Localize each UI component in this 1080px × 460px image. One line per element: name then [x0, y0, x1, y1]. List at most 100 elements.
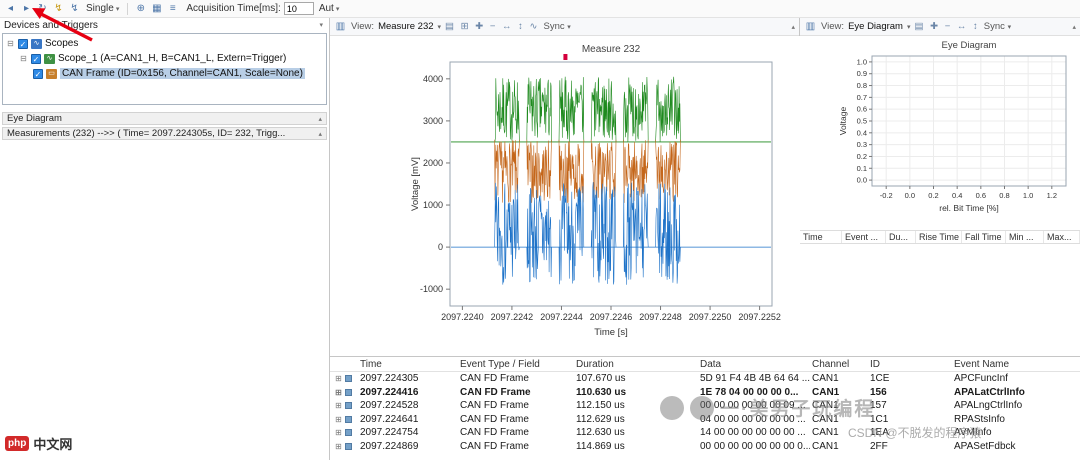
- table-row[interactable]: ⊞2097.224305CAN FD Frame107.670 us5D 91 …: [330, 372, 1080, 386]
- php-watermark: php 中文网: [5, 434, 72, 453]
- single-dropdown[interactable]: Single▾: [84, 3, 121, 14]
- table-cell: 2097.224528: [358, 400, 458, 411]
- expand-icon[interactable]: ⊞: [334, 374, 343, 383]
- table-cell: CAN FD Frame: [458, 414, 574, 425]
- chart-tools-icons[interactable]: ▤ ✚ − ↔ ↕: [915, 21, 980, 32]
- php-logo: php: [5, 436, 29, 451]
- chevron-down-icon[interactable]: ▾: [319, 21, 323, 29]
- expand-icon[interactable]: ⊞: [334, 388, 343, 397]
- column-header-duration[interactable]: Duration: [574, 359, 698, 370]
- table-row[interactable]: ⊞2097.224869CAN FD Frame114.869 us00 00 …: [330, 440, 1080, 454]
- chevron-down-icon: ▾: [336, 5, 340, 13]
- devices-panel: Devices and Triggers ▾ ⊟ ✓ ∿ Scopes ⊟ ✓ …: [0, 18, 330, 460]
- svg-text:1.0: 1.0: [857, 57, 867, 66]
- svg-text:0.0: 0.0: [857, 176, 867, 185]
- table-row[interactable]: ⊞2097.224528CAN FD Frame112.150 us00 00 …: [330, 399, 1080, 413]
- measure-chart[interactable]: Measure 232-1000010002000300040002097.22…: [330, 36, 800, 356]
- tree-item-scope1[interactable]: ⊟ ✓ ∿ Scope_1 (A=CAN1_H, B=CAN1_L, Exter…: [3, 51, 326, 66]
- checkbox-checked[interactable]: ✓: [33, 69, 43, 79]
- column-header-min[interactable]: Min ...: [1006, 231, 1044, 243]
- svg-text:0.3: 0.3: [857, 140, 867, 149]
- chevron-down-icon[interactable]: ▾: [438, 23, 442, 31]
- sync-dropdown[interactable]: Sync ▾: [544, 21, 571, 32]
- single-trigger-icon[interactable]: ↯: [68, 3, 81, 14]
- view-value[interactable]: Eye Diagram: [848, 21, 903, 32]
- back-icon[interactable]: ◂: [4, 3, 17, 14]
- collapse-icon[interactable]: ⊟: [19, 54, 28, 63]
- acquisition-time-label: Acquisition Time[ms]:: [186, 3, 280, 14]
- tree-item-scopes[interactable]: ⊟ ✓ ∿ Scopes: [3, 36, 326, 51]
- table-row[interactable]: ⊞2097.224754CAN FD Frame112.630 us14 00 …: [330, 426, 1080, 440]
- eye-panel-toolbar: ▥ View: Eye Diagram ▾ ▤ ✚ − ↔ ↕ Sync ▾ ▴: [800, 18, 1080, 36]
- expand-icon[interactable]: ⊞: [334, 415, 343, 424]
- column-header-event-name[interactable]: Event Name: [952, 359, 1080, 370]
- frame-icon: [345, 389, 352, 396]
- svg-text:-1000: -1000: [420, 284, 443, 294]
- table-row[interactable]: ⊞2097.224416CAN FD Frame110.630 us1E 78 …: [330, 386, 1080, 400]
- chevron-up-icon[interactable]: ▴: [318, 115, 322, 123]
- column-header-event-type[interactable]: Event Type / Field: [458, 359, 574, 370]
- expand-icon[interactable]: ⊞: [334, 401, 343, 410]
- trigger-icon[interactable]: ↯: [52, 3, 65, 14]
- checkbox-checked[interactable]: ✓: [18, 39, 28, 49]
- column-header-channel[interactable]: Channel: [810, 359, 868, 370]
- frame-icon: [345, 443, 352, 450]
- view-menu-icon[interactable]: ▥: [334, 21, 347, 32]
- measurements-section-header[interactable]: Measurements (232) -->> ( Time= 2097.224…: [2, 127, 327, 140]
- column-header-time[interactable]: Time: [358, 359, 458, 370]
- view-menu-icon[interactable]: ▥: [804, 21, 817, 32]
- column-header-duration[interactable]: Du...: [886, 231, 916, 243]
- collapse-panel-icon[interactable]: ▴: [1072, 23, 1076, 31]
- view-label: View:: [351, 21, 374, 32]
- grid-icon[interactable]: ▦: [150, 3, 163, 14]
- eye-diagram-chart[interactable]: Eye Diagram0.00.10.20.30.40.50.60.70.80.…: [800, 36, 1080, 226]
- sync-dropdown[interactable]: Sync ▾: [984, 21, 1011, 32]
- checkbox-checked[interactable]: ✓: [31, 54, 41, 64]
- zoom-icon[interactable]: ⊕: [134, 3, 147, 14]
- column-header-max[interactable]: Max...: [1044, 231, 1080, 243]
- svg-text:0.9: 0.9: [857, 69, 867, 78]
- expand-icon[interactable]: ⊞: [334, 428, 343, 437]
- table-cell: 156: [868, 387, 952, 398]
- eye-panel: ▥ View: Eye Diagram ▾ ▤ ✚ − ↔ ↕ Sync ▾ ▴…: [800, 18, 1080, 356]
- svg-text:2097.2240: 2097.2240: [441, 312, 484, 322]
- restart-icon[interactable]: ↻: [36, 3, 49, 14]
- column-header-time[interactable]: Time: [800, 231, 842, 243]
- chart-tools-icons[interactable]: ▤ ⊞ ✚ − ↔ ↕ ∿: [445, 21, 540, 32]
- settings-icon[interactable]: ≡: [166, 3, 179, 14]
- table-cell: 00 00 00 00 00 00 09 ...: [698, 400, 810, 411]
- acquisition-time-input[interactable]: [284, 2, 314, 15]
- aut-dropdown[interactable]: Aut▾: [317, 3, 342, 14]
- collapse-panel-icon[interactable]: ▴: [791, 23, 795, 31]
- measure-panel: ▥ View: Measure 232 ▾ ▤ ⊞ ✚ − ↔ ↕ ∿ Sync…: [330, 18, 800, 356]
- column-header-rise-time[interactable]: Rise Time: [916, 231, 962, 243]
- column-header-fall-time[interactable]: Fall Time: [962, 231, 1006, 243]
- expand-icon[interactable]: ⊞: [334, 442, 343, 451]
- table-cell: 14 00 00 00 00 00 00 ...: [698, 427, 810, 438]
- column-header-data[interactable]: Data: [698, 359, 810, 370]
- svg-text:Voltage [mV]: Voltage [mV]: [410, 157, 421, 211]
- column-header-event[interactable]: Event ...: [842, 231, 886, 243]
- svg-text:0.2: 0.2: [928, 191, 938, 200]
- table-cell: CAN1: [810, 441, 868, 452]
- can-frame-icon: ▭: [46, 69, 57, 79]
- table-row[interactable]: ⊞2097.224641CAN FD Frame112.629 us04 00 …: [330, 413, 1080, 427]
- table-cell: 112.630 us: [574, 427, 698, 438]
- chevron-up-icon[interactable]: ▴: [318, 130, 322, 138]
- chevron-down-icon[interactable]: ▾: [907, 23, 911, 31]
- table-cell: CAN1: [810, 373, 868, 384]
- table-cell: 157: [868, 400, 952, 411]
- table-cell: 112.150 us: [574, 400, 698, 411]
- view-label: View:: [821, 21, 844, 32]
- collapse-icon[interactable]: ⊟: [6, 39, 15, 48]
- view-value[interactable]: Measure 232: [378, 21, 433, 32]
- forward-icon[interactable]: ▸: [20, 3, 33, 14]
- svg-text:1.0: 1.0: [1023, 191, 1033, 200]
- single-dropdown-label: Single: [86, 3, 114, 14]
- svg-text:Eye Diagram: Eye Diagram: [942, 40, 997, 51]
- table-cell: APALatCtrlInfo: [952, 387, 1080, 398]
- eye-diagram-section-header[interactable]: Eye Diagram ▴: [2, 112, 327, 125]
- column-header-id[interactable]: ID: [868, 359, 952, 370]
- tree-item-can-frame[interactable]: ✓ ▭ CAN Frame (ID=0x156, Channel=CAN1, S…: [3, 66, 326, 81]
- svg-text:rel. Bit Time [%]: rel. Bit Time [%]: [939, 203, 999, 213]
